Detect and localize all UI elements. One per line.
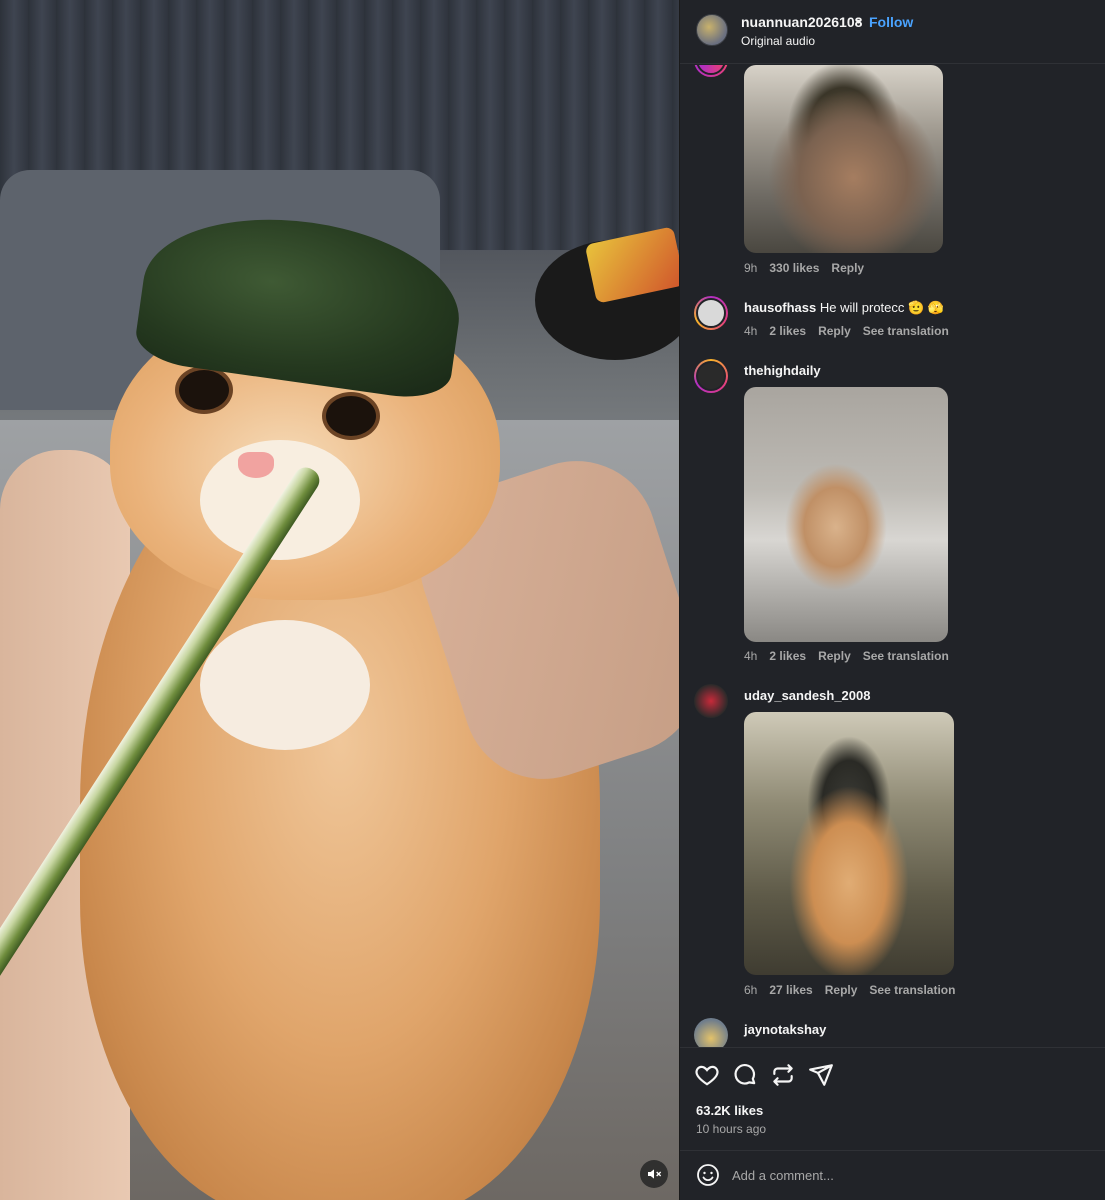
comment-username[interactable]: hausofhass	[744, 300, 816, 315]
heart-icon[interactable]	[694, 1062, 720, 1088]
muted-speaker-icon	[648, 1169, 662, 1179]
comment-meta: 6h 27 likes Reply See translation	[744, 983, 955, 997]
author-username[interactable]: nuannuan2026108	[741, 14, 862, 30]
repost-icon[interactable]	[770, 1062, 796, 1088]
video-cat-eye-right	[322, 392, 380, 440]
author-avatar[interactable]	[696, 14, 728, 46]
comment-input[interactable]	[732, 1163, 1082, 1187]
see-translation-button[interactable]: See translation	[863, 324, 949, 338]
share-icon[interactable]	[808, 1062, 834, 1088]
post-header: nuannuan2026108 • Follow Original audio	[680, 0, 1105, 64]
comment-likes[interactable]: 330 likes	[769, 261, 819, 275]
comments-list[interactable]: 9h 330 likes Reply hausofhass He will pr…	[680, 65, 1105, 1047]
see-translation-button[interactable]: See translation	[863, 649, 949, 663]
see-translation-button[interactable]: See translation	[869, 983, 955, 997]
add-comment-bar	[680, 1150, 1105, 1200]
comment-avatar[interactable]	[694, 65, 728, 77]
header-separator: •	[856, 13, 861, 29]
video-player[interactable]	[0, 0, 679, 1200]
comment-time: 6h	[744, 983, 758, 997]
comment-text: He will protecc 🫡 🫣	[819, 300, 944, 315]
comment-reply-button[interactable]: Reply	[831, 261, 864, 275]
video-cat-eye-left	[175, 366, 233, 414]
comment-likes[interactable]: 2 likes	[769, 649, 806, 663]
like-count[interactable]: 63.2K likes	[696, 1103, 763, 1118]
post-actions-bar: 63.2K likes 10 hours ago	[680, 1047, 1105, 1150]
comment-time: 4h	[744, 649, 758, 663]
comment-meta: 4h 2 likes Reply See translation	[744, 324, 949, 338]
video-cat-nose	[238, 452, 274, 478]
comment-time: 9h	[744, 261, 758, 275]
comment-gif-cat-saluting[interactable]	[744, 387, 948, 642]
comment-body: hausofhass He will protecc 🫡 🫣	[744, 300, 944, 316]
comment-avatar[interactable]	[694, 296, 728, 330]
comment-time: 4h	[744, 324, 758, 338]
mute-button[interactable]	[640, 1160, 668, 1188]
comment-username[interactable]: uday_sandesh_2008	[744, 688, 870, 703]
comment-username[interactable]: jaynotakshay	[744, 1022, 826, 1037]
comment-gif-cat-war-soldier[interactable]	[744, 712, 954, 975]
comment-avatar[interactable]	[694, 1018, 728, 1047]
video-cat-chest	[200, 620, 370, 750]
follow-button[interactable]: Follow	[869, 14, 913, 30]
comment-reply-button[interactable]: Reply	[818, 649, 851, 663]
comment-reply-button[interactable]: Reply	[818, 324, 851, 338]
comment-meta: 4h 2 likes Reply See translation	[744, 649, 949, 663]
comment-avatar[interactable]	[694, 359, 728, 393]
comment-avatar[interactable]	[694, 684, 728, 718]
comment-username[interactable]: thehighdaily	[744, 363, 821, 378]
comment-icon[interactable]	[732, 1062, 758, 1088]
comment-meta: 9h 330 likes Reply	[744, 261, 864, 275]
post-time: 10 hours ago	[696, 1122, 767, 1136]
post-panel: nuannuan2026108 • Follow Original audio …	[679, 0, 1105, 1200]
comment-gif-cat-soldier-helmet[interactable]	[744, 65, 943, 253]
comment-likes[interactable]: 2 likes	[769, 324, 806, 338]
comment-likes[interactable]: 27 likes	[769, 983, 812, 997]
emoji-icon[interactable]	[696, 1163, 720, 1187]
audio-link[interactable]: Original audio	[741, 34, 815, 48]
comment-reply-button[interactable]: Reply	[825, 983, 858, 997]
